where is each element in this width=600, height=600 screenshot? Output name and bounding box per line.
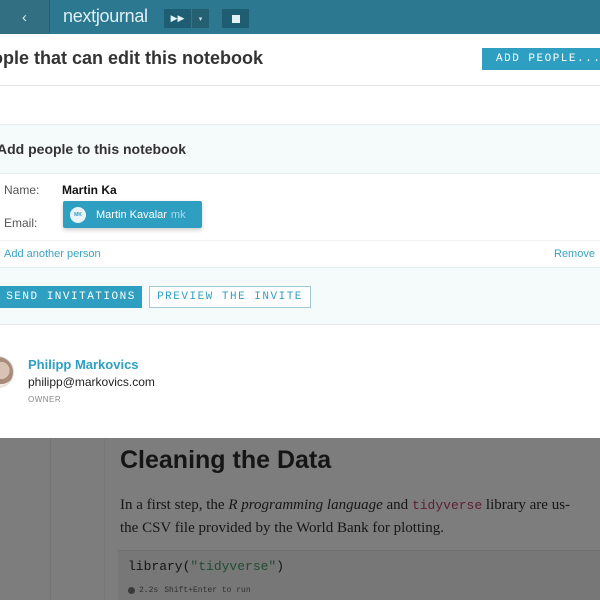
add-another-person-link[interactable]: Add another person bbox=[4, 248, 101, 260]
dialog-title: ople that can edit this notebook bbox=[0, 48, 264, 68]
code-string: "tidyverse" bbox=[190, 559, 277, 574]
chevron-down-icon: ▾ bbox=[198, 15, 203, 23]
name-label: Name: bbox=[4, 183, 40, 197]
dialog-header: ople that can edit this notebook ADD PEO… bbox=[0, 34, 600, 86]
owner-role-badge: OWNER bbox=[28, 395, 62, 404]
code-cell[interactable]: library("tidyverse") 2.2s Shift+Enter to… bbox=[118, 550, 600, 600]
fast-forward-icon: ▶▶ bbox=[170, 13, 185, 23]
cell-status: 2.2s Shift+Enter to run bbox=[128, 586, 251, 595]
share-dialog: ople that can edit this notebook ADD PEO… bbox=[0, 34, 600, 438]
run-options-button[interactable]: ▾ bbox=[191, 9, 209, 28]
owner-email: philipp@markovics.com bbox=[28, 375, 155, 389]
divider bbox=[50, 438, 51, 600]
paragraph-text: and bbox=[382, 497, 412, 513]
code-line: library("tidyverse") bbox=[128, 559, 284, 574]
stop-icon bbox=[231, 14, 240, 23]
owner-name[interactable]: Philipp Markovics bbox=[28, 357, 139, 372]
paragraph-text: library are us- bbox=[482, 497, 571, 513]
nextjournal-logo[interactable]: nextjournal bbox=[63, 6, 148, 27]
run-hint: Shift+Enter to run bbox=[164, 586, 251, 595]
run-all-button[interactable]: ▶▶ bbox=[164, 9, 191, 28]
suggestion-username: mk bbox=[170, 208, 186, 221]
run-duration: 2.2s bbox=[139, 586, 159, 595]
status-dot-icon bbox=[128, 587, 135, 594]
paragraph-emphasis: R programming language bbox=[228, 497, 383, 513]
notebook-paragraph: In a first step, the R programming langu… bbox=[120, 494, 600, 539]
send-invitations-button[interactable]: SEND INVITATIONS bbox=[0, 286, 142, 308]
email-label: Email: bbox=[4, 216, 38, 230]
notebook-background: Cleaning the Data In a first step, the R… bbox=[0, 438, 600, 600]
remove-person-link[interactable]: Remove bbox=[554, 248, 595, 260]
suggestion-avatar: MK bbox=[70, 206, 86, 223]
paragraph-text: In a first step, the bbox=[120, 497, 229, 513]
code-function: library( bbox=[128, 559, 191, 574]
divider bbox=[0, 240, 600, 241]
top-bar: ‹ nextjournal ▶▶ ▾ bbox=[0, 0, 600, 34]
divider bbox=[104, 438, 105, 600]
code-punct: ) bbox=[276, 559, 285, 574]
stop-button[interactable] bbox=[222, 9, 249, 28]
suggestion-name: Martin Kavalar bbox=[96, 208, 167, 221]
section-heading: Cleaning the Data bbox=[120, 446, 332, 474]
chevron-left-icon: ‹ bbox=[22, 8, 27, 26]
name-input[interactable]: Martin Ka bbox=[62, 183, 117, 197]
paragraph-text: the CSV file provided by the World Bank … bbox=[120, 520, 445, 536]
run-control: ▶▶ ▾ bbox=[164, 9, 209, 28]
add-people-button[interactable]: ADD PEOPLE... bbox=[482, 48, 600, 70]
preview-invite-button[interactable]: PREVIEW THE INVITE bbox=[149, 286, 311, 308]
inline-code: tidyverse bbox=[411, 498, 483, 513]
owner-entry: Philipp Markovics philipp@markovics.com … bbox=[0, 324, 600, 438]
owner-avatar bbox=[0, 356, 14, 388]
autocomplete-suggestion[interactable]: MK Martin Kavalar mk bbox=[63, 201, 202, 228]
invite-form-title: Add people to this notebook bbox=[0, 141, 186, 157]
back-button[interactable]: ‹ bbox=[0, 0, 50, 34]
